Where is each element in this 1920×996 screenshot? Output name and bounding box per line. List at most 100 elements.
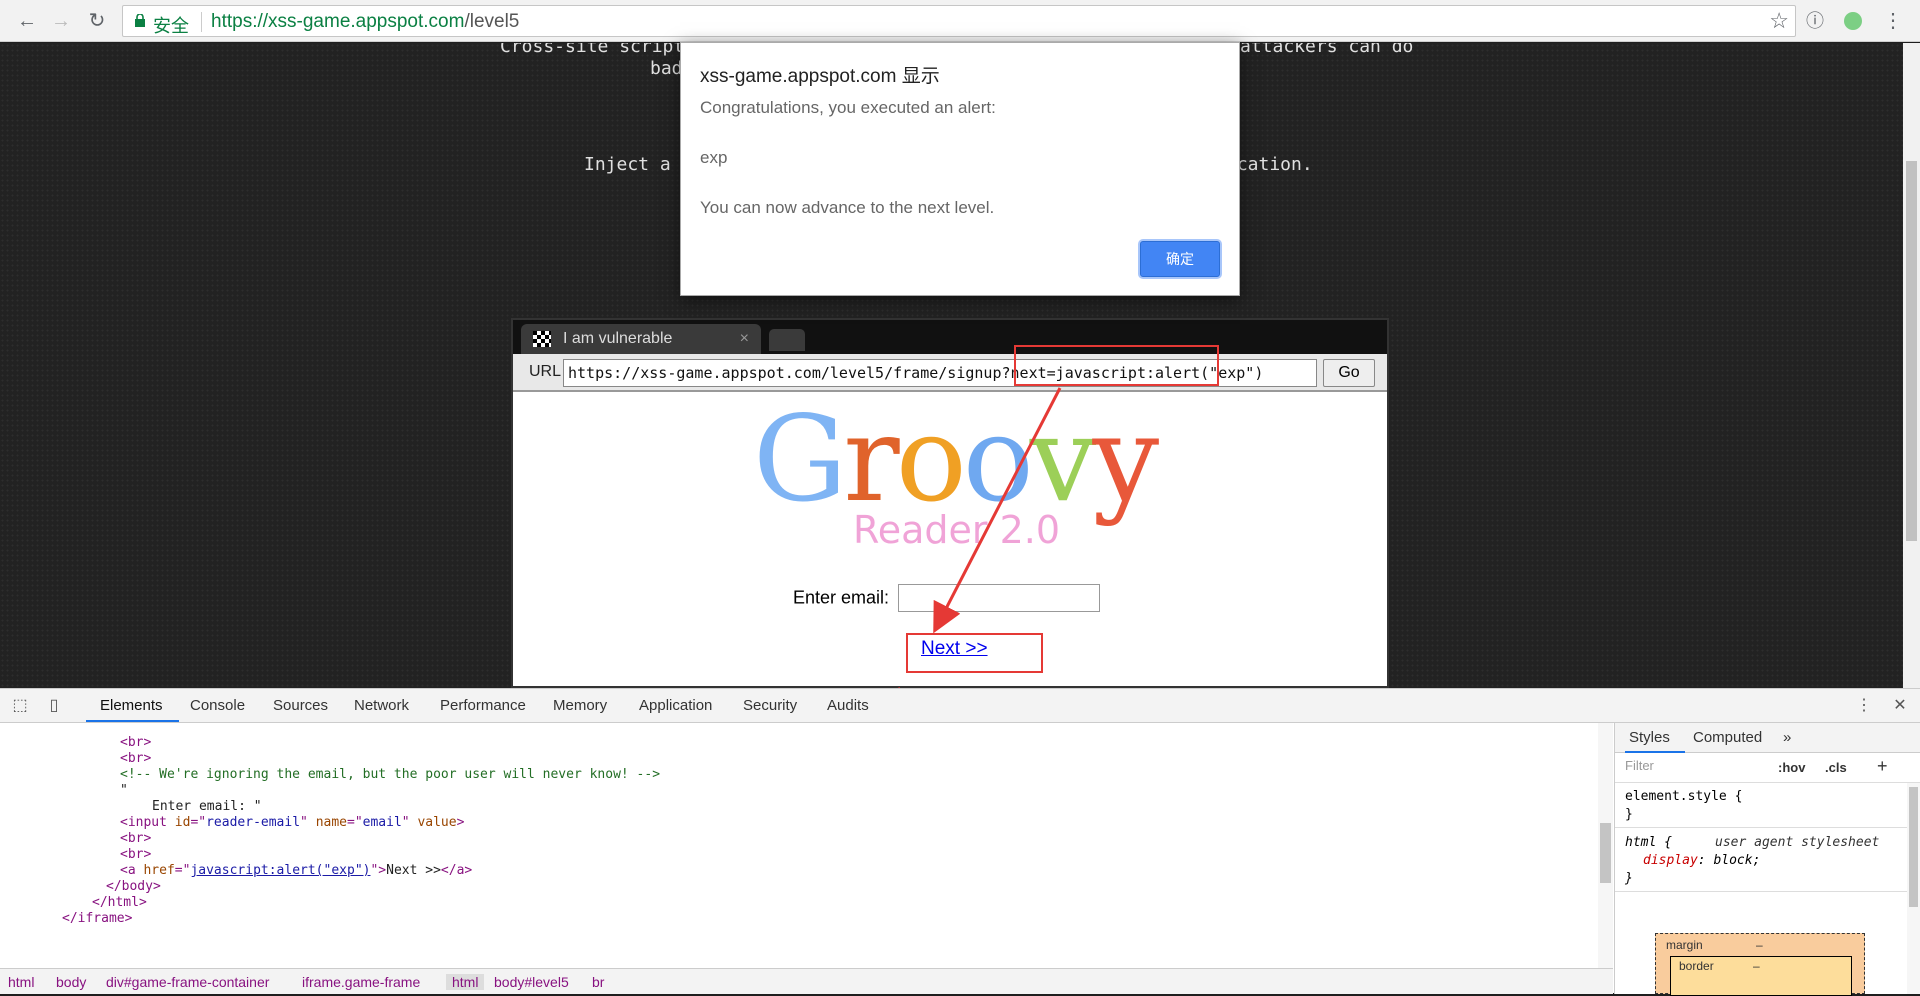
tab-performance[interactable]: Performance — [440, 697, 526, 714]
styles-filter-input[interactable]: Filter — [1625, 758, 1775, 778]
cls-toggle[interactable]: .cls — [1825, 760, 1847, 775]
profile-icon[interactable] — [1840, 8, 1866, 34]
url-text[interactable]: https://xss-game.appspot.com/level5 — [211, 11, 519, 33]
email-row: Enter email: — [793, 584, 1100, 612]
tab-security[interactable]: Security — [743, 697, 797, 714]
tab-audits[interactable]: Audits — [827, 697, 869, 714]
elements-scrollbar[interactable] — [1598, 723, 1613, 968]
intro-text-line1-end: attackers can do — [1240, 43, 1414, 57]
dom-token: Enter email: " — [152, 799, 262, 814]
tab-console[interactable]: Console — [190, 697, 245, 714]
new-tab-button[interactable] — [769, 329, 805, 351]
device-toolbar-icon[interactable]: ▯ — [44, 696, 64, 716]
dialog-message-1: Congratulations, you executed an alert: — [700, 98, 996, 117]
dialog-message-2: exp — [700, 148, 728, 167]
dom-token: =" — [174, 863, 191, 878]
tab-network[interactable]: Network — [354, 697, 409, 714]
groovy-reader-logo: Groovy Reader 2.0 — [753, 390, 1159, 552]
dom-node-line[interactable]: <input id="reader-email" name="email" va… — [120, 813, 464, 833]
dom-node-line[interactable]: <a href="javascript:alert("exp")">Next >… — [120, 861, 472, 881]
dom-token: Next >> — [386, 863, 441, 878]
annotation-box-url — [1014, 345, 1219, 386]
dom-token: <br> — [120, 831, 152, 846]
close-tab-icon[interactable]: × — [740, 324, 749, 354]
breadcrumb-item[interactable]: html — [8, 974, 34, 990]
close-devtools-icon[interactable]: ✕ — [1890, 696, 1910, 716]
inspect-element-icon[interactable]: ⬚ — [10, 696, 30, 716]
browser-toolbar: ← → ↻ 安全 https://xss-game.appspot.com/le… — [0, 0, 1920, 42]
styles-filter-row: Filter :hov .cls + — [1615, 753, 1920, 783]
game-frame-tab-title: I am vulnerable — [563, 330, 673, 347]
dom-token: <br> — [120, 751, 152, 766]
dom-token: > — [456, 815, 465, 830]
new-style-rule-icon[interactable]: + — [1877, 756, 1888, 777]
dom-token: id — [174, 815, 191, 830]
page-scrollbar[interactable] — [1903, 43, 1920, 688]
devtools-menu-icon[interactable]: ⋮ — [1854, 696, 1874, 716]
breadcrumb-item[interactable]: div#game-frame-container — [106, 974, 269, 990]
url-path: /level5 — [464, 11, 520, 32]
url-label: URL — [529, 363, 562, 380]
elements-scrollbar-thumb[interactable] — [1600, 823, 1611, 883]
go-button[interactable]: Go — [1323, 359, 1375, 387]
forward-icon[interactable]: → — [48, 8, 74, 34]
element-style-open[interactable]: element.style { — [1625, 789, 1742, 804]
hov-toggle[interactable]: :hov — [1778, 760, 1805, 775]
page-scrollbar-thumb[interactable] — [1906, 161, 1917, 541]
dom-token: " — [401, 815, 418, 830]
tab-sources[interactable]: Sources — [273, 697, 328, 714]
dom-token: <a — [120, 863, 144, 878]
back-icon[interactable]: ← — [14, 8, 40, 34]
email-field[interactable] — [897, 584, 1100, 612]
breadcrumb-item[interactable]: body#level5 — [494, 974, 569, 990]
dom-token: </html> — [92, 895, 147, 910]
margin-label: margin — [1666, 938, 1703, 952]
breadcrumb-item[interactable]: iframe.game-frame — [302, 974, 420, 990]
tab-computed[interactable]: Computed — [1693, 729, 1762, 746]
tab-elements[interactable]: Elements — [100, 697, 163, 714]
styles-scrollbar-thumb[interactable] — [1909, 787, 1918, 907]
breadcrumb-item[interactable]: html — [446, 974, 485, 990]
breadcrumb-item[interactable]: body — [56, 974, 86, 990]
dom-token: <input — [120, 815, 175, 830]
tab-memory[interactable]: Memory — [553, 697, 607, 714]
email-label: Enter email: — [793, 587, 890, 608]
game-frame-tab[interactable]: I am vulnerable × — [521, 324, 761, 354]
dom-token: =" — [347, 815, 363, 830]
annotation-box-next — [906, 633, 1043, 673]
devtools-panel: ⬚ ▯ Elements Console Sources Network Perform… — [0, 688, 1920, 996]
styles-scrollbar[interactable] — [1907, 783, 1920, 994]
bookmark-star-icon[interactable]: ☆ — [1769, 8, 1789, 34]
css-value: : block; — [1697, 853, 1761, 868]
active-tab-indicator — [86, 720, 179, 722]
styles-tabbar: Styles Computed » — [1615, 723, 1920, 753]
ok-button[interactable]: 确定 — [1140, 241, 1220, 277]
intro-text-line3: Inject a s — [584, 154, 693, 175]
html-rule-source: user agent stylesheet — [1715, 835, 1880, 850]
alert-dialog: xss-game.appspot.com 显示 Congratulations,… — [680, 42, 1240, 296]
elements-tree: <br> <br> <!-- We're ignoring the email, b… — [0, 723, 1598, 968]
dom-token: =" — [190, 815, 207, 830]
checker-favicon-icon — [533, 331, 551, 347]
tab-application[interactable]: Application — [639, 697, 712, 714]
more-tabs-icon[interactable]: » — [1783, 729, 1791, 746]
element-style-close: } — [1625, 807, 1633, 822]
dom-node-line[interactable]: </iframe> — [62, 909, 132, 929]
margin-value[interactable]: – — [1756, 938, 1763, 952]
info-icon[interactable]: ⓘ — [1802, 8, 1828, 34]
devtools-tabbar: ⬚ ▯ Elements Console Sources Network Perform… — [0, 689, 1920, 723]
box-model: margin – border – — [1655, 933, 1865, 996]
breadcrumb-item[interactable]: br — [592, 974, 604, 990]
dom-node-line[interactable]: " — [120, 781, 128, 801]
lock-icon — [135, 14, 145, 27]
dom-token: value — [417, 815, 457, 830]
reload-icon[interactable]: ↻ — [84, 8, 110, 34]
box-model-border: border – — [1670, 956, 1852, 996]
game-frame-tabstrip: I am vulnerable × — [513, 320, 1387, 354]
menu-kebab-icon[interactable]: ⋮ — [1880, 8, 1906, 34]
dom-node-line[interactable]: <!-- We're ignoring the email, but the p… — [120, 765, 660, 785]
address-bar[interactable]: 安全 https://xss-game.appspot.com/level5 ☆ — [122, 5, 1796, 37]
dom-token: email — [362, 815, 402, 830]
tab-styles[interactable]: Styles — [1629, 729, 1670, 746]
border-value[interactable]: – — [1753, 959, 1760, 973]
